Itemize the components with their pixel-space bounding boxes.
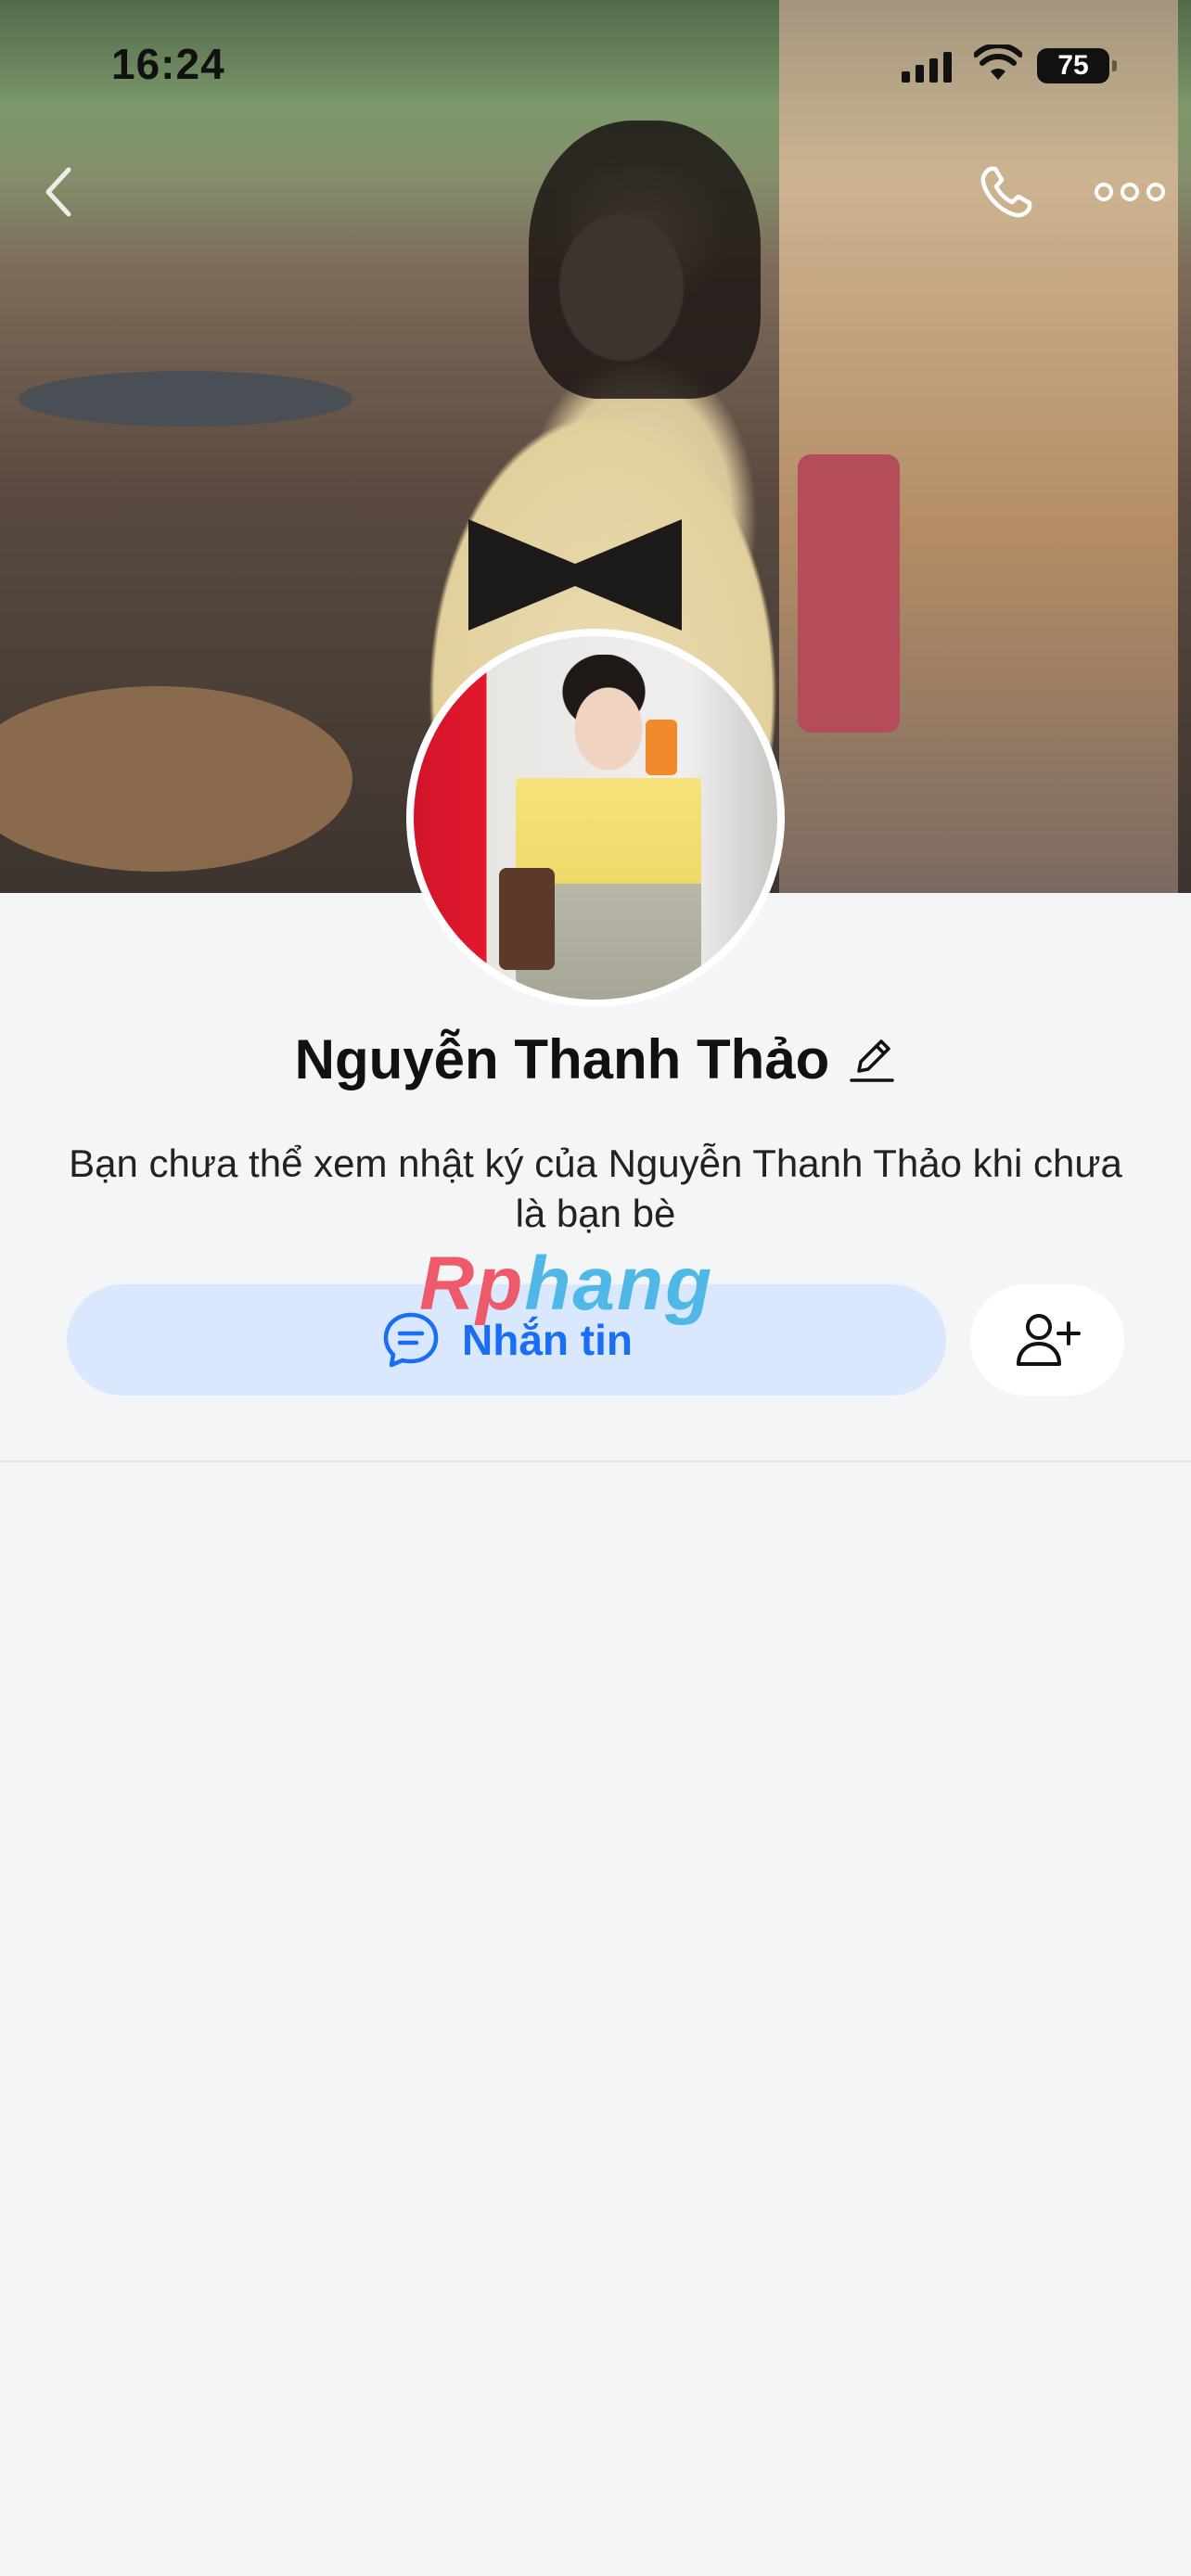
- avatar-phone: [646, 720, 677, 775]
- section-divider: [0, 1460, 1191, 1462]
- profile-name-row: Nguyễn Thanh Thảo: [0, 1027, 1191, 1091]
- battery-icon: 75: [1037, 48, 1117, 83]
- privacy-notice: Bạn chưa thể xem nhật ký của Nguyễn Than…: [69, 1141, 1122, 1235]
- more-options-icon[interactable]: [1093, 176, 1167, 208]
- back-icon[interactable]: [37, 162, 78, 222]
- avatar[interactable]: [406, 629, 785, 1007]
- avatar-bag: [499, 868, 555, 970]
- status-bar: 16:24 75: [0, 0, 1191, 130]
- phone-call-icon[interactable]: [974, 159, 1039, 224]
- watermark-logo: Rphang: [419, 1241, 713, 1328]
- status-time: 16:24: [111, 40, 225, 88]
- add-friend-button[interactable]: [970, 1284, 1124, 1396]
- add-friend-icon: [1017, 1314, 1081, 1366]
- profile-name: Nguyễn Thanh Thảo: [294, 1028, 830, 1090]
- watermark-part1: Rp: [419, 1242, 525, 1326]
- wifi-icon: [974, 45, 1022, 80]
- battery-level: 75: [1057, 50, 1089, 81]
- avatar-photo: [414, 636, 777, 1000]
- watermark-part2: hang: [524, 1242, 714, 1326]
- cellular-signal-icon: [902, 51, 952, 83]
- edit-name-icon[interactable]: [848, 1034, 896, 1086]
